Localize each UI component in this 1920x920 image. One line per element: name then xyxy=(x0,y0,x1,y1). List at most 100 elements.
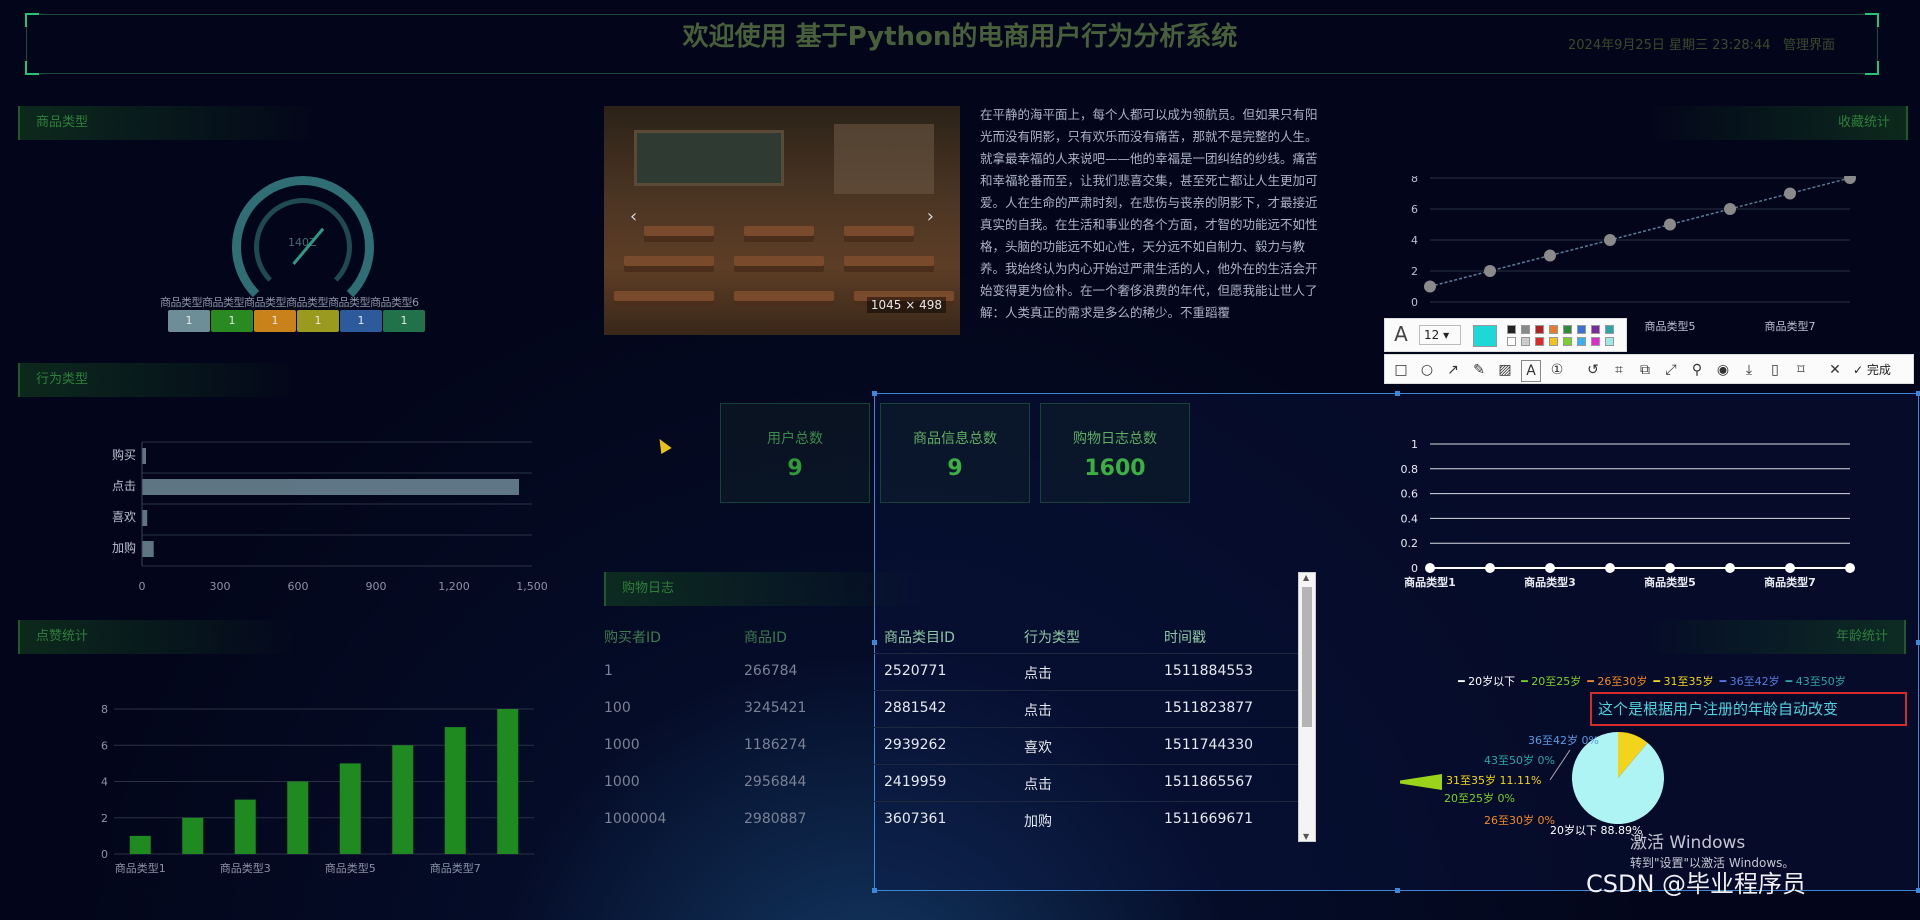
intro-paragraph: 在平静的海平面上，每个人都可以成为领航员。但如果只有阳光而没有阴影，只有欢乐而没… xyxy=(980,107,1318,320)
color-swatch[interactable] xyxy=(1577,325,1586,334)
table-header[interactable]: 购买者ID xyxy=(604,627,661,647)
bookmark-icon[interactable]: ⌑ xyxy=(1791,360,1811,380)
mosaic-icon[interactable]: ▨ xyxy=(1495,360,1515,380)
table-cell: 点击 xyxy=(1024,703,1052,719)
cursor-icon xyxy=(654,435,672,455)
stat-value: 9 xyxy=(947,456,963,481)
legend-item[interactable]: ━ 36至42岁 xyxy=(1720,675,1780,688)
section-header-category: 商品类型 xyxy=(18,106,318,140)
color-swatch[interactable] xyxy=(1591,337,1600,346)
category-label: 加购 xyxy=(112,540,136,555)
color-swatch[interactable] xyxy=(1563,325,1572,334)
category-chip: 1 xyxy=(340,310,382,332)
close-icon[interactable]: ✕ xyxy=(1825,360,1845,380)
datetime-readout: 2024年9月25日 星期三 23:28:44 管理界面 xyxy=(1568,34,1835,53)
carousel-prev-button[interactable]: ‹ xyxy=(630,206,637,227)
table-cell: 1511823877 xyxy=(1164,700,1254,716)
legend-item[interactable]: ━ 26至30岁 xyxy=(1587,675,1647,688)
scroll-down-icon[interactable]: ▼ xyxy=(1303,832,1309,841)
pin-icon[interactable]: ⚲ xyxy=(1687,360,1707,380)
data-point xyxy=(1724,203,1736,215)
color-swatch[interactable] xyxy=(1507,337,1516,346)
table-cell: 3245421 xyxy=(744,700,807,716)
csdn-watermark: CSDN @毕业程序员 xyxy=(1586,870,1807,898)
phone-icon[interactable]: ▯ xyxy=(1765,360,1785,380)
datetime-text: 2024年9月25日 星期三 23:28:44 xyxy=(1568,38,1771,53)
download-icon[interactable]: ⤓ xyxy=(1739,360,1759,380)
legend-item[interactable]: ━ 20至25岁 xyxy=(1521,675,1581,688)
color-swatch[interactable] xyxy=(1535,337,1544,346)
data-point xyxy=(1604,234,1616,246)
color-swatch[interactable] xyxy=(1591,325,1600,334)
color-swatch[interactable] xyxy=(1605,325,1614,334)
y-tick-label: 4 xyxy=(101,776,108,789)
color-swatch[interactable] xyxy=(1521,337,1530,346)
row-divider xyxy=(874,690,1298,691)
text-icon[interactable]: A xyxy=(1521,360,1541,382)
rectangle-icon[interactable]: □ xyxy=(1391,360,1411,380)
record-icon[interactable]: ◉ xyxy=(1713,360,1733,380)
arrow-icon[interactable]: ↗ xyxy=(1443,360,1463,380)
table-cell: 2419959 xyxy=(884,774,947,790)
done-button[interactable]: ✓ 完成 xyxy=(1853,361,1891,378)
stat-value: 9 xyxy=(787,456,803,481)
font-size-select[interactable]: 12 ▾ xyxy=(1419,325,1461,345)
y-tick-label: 2 xyxy=(101,812,108,825)
y-tick-label: 6 xyxy=(1411,203,1418,216)
table-scrollbar[interactable]: ▲ ▼ xyxy=(1298,572,1316,842)
color-swatch[interactable] xyxy=(1549,325,1558,334)
bar xyxy=(142,541,154,557)
legend-item[interactable]: ━ 20岁以下 xyxy=(1458,675,1515,688)
legend-item[interactable]: ━ 31至35岁 xyxy=(1653,675,1713,688)
annotation-arrow xyxy=(1400,774,1442,790)
section-header-cart-log: 购物日志 xyxy=(604,572,924,606)
font-icon[interactable]: A xyxy=(1391,324,1411,344)
color-swatch[interactable] xyxy=(1521,325,1530,334)
color-swatch[interactable] xyxy=(1535,325,1544,334)
table-cell: 点击 xyxy=(1024,777,1052,793)
stat-card-products: 商品信息总数 9 xyxy=(880,403,1030,503)
undo-icon[interactable]: ↺ xyxy=(1583,360,1603,380)
x-tick-label: 商品类型5 xyxy=(325,861,376,875)
annotation-note: 这个是根据用户注册的年龄自动改变 xyxy=(1590,692,1907,726)
ellipse-icon[interactable]: ○ xyxy=(1417,360,1437,380)
color-swatch[interactable] xyxy=(1507,325,1516,334)
color-swatch[interactable] xyxy=(1605,337,1614,346)
number-icon[interactable]: ① xyxy=(1547,360,1567,380)
data-point xyxy=(1485,563,1495,573)
translate-icon[interactable]: ⧉ xyxy=(1635,360,1655,380)
data-point xyxy=(1425,563,1435,573)
right-line-chart: 0 0.2 0.4 0.6 0.8 1 商品类型1 商品类型3 商品类型5 商品类型7 xyxy=(1401,438,1855,589)
legend-item[interactable]: ━ 43至50岁 xyxy=(1786,675,1846,688)
pen-icon[interactable]: ✎ xyxy=(1469,360,1489,380)
x-tick-label: 商品类型5 xyxy=(1644,575,1696,589)
table-cell: 1 xyxy=(604,663,613,679)
admin-link[interactable]: 管理界面 xyxy=(1783,38,1835,53)
category-chip: 1 xyxy=(168,310,210,332)
scroll-up-icon[interactable]: ▲ xyxy=(1303,573,1309,582)
color-swatch[interactable] xyxy=(1563,337,1572,346)
scroll-capture-icon[interactable]: ⤢ xyxy=(1661,360,1681,380)
table-header[interactable]: 商品ID xyxy=(744,627,787,647)
y-tick-label: 0 xyxy=(101,848,108,861)
ocr-icon[interactable]: ⌗ xyxy=(1609,360,1629,380)
table-cell: 2939262 xyxy=(884,737,947,753)
current-color-swatch[interactable] xyxy=(1473,325,1497,347)
carousel-image[interactable]: ‹ › 1045 × 498 xyxy=(604,106,960,335)
table-header[interactable]: 行为类型 xyxy=(1024,627,1080,647)
color-swatch[interactable] xyxy=(1549,337,1558,346)
scroll-thumb[interactable] xyxy=(1302,587,1312,727)
color-swatch[interactable] xyxy=(1577,337,1586,346)
carousel-next-button[interactable]: › xyxy=(927,206,934,227)
pie-data-label: 31至35岁 11.11% xyxy=(1446,773,1541,787)
bar xyxy=(129,835,151,854)
category-chip: 1 xyxy=(297,310,339,332)
category-chip: 1 xyxy=(211,310,253,332)
pie-data-label: 26至30岁 0% xyxy=(1484,813,1555,827)
data-point xyxy=(1725,563,1735,573)
table-header[interactable]: 时间戳 xyxy=(1164,627,1206,647)
table-header[interactable]: 商品类目ID xyxy=(884,627,955,647)
bar xyxy=(142,479,519,495)
y-tick-label: 0.6 xyxy=(1401,488,1419,501)
y-tick-label: 0 xyxy=(1411,296,1418,309)
